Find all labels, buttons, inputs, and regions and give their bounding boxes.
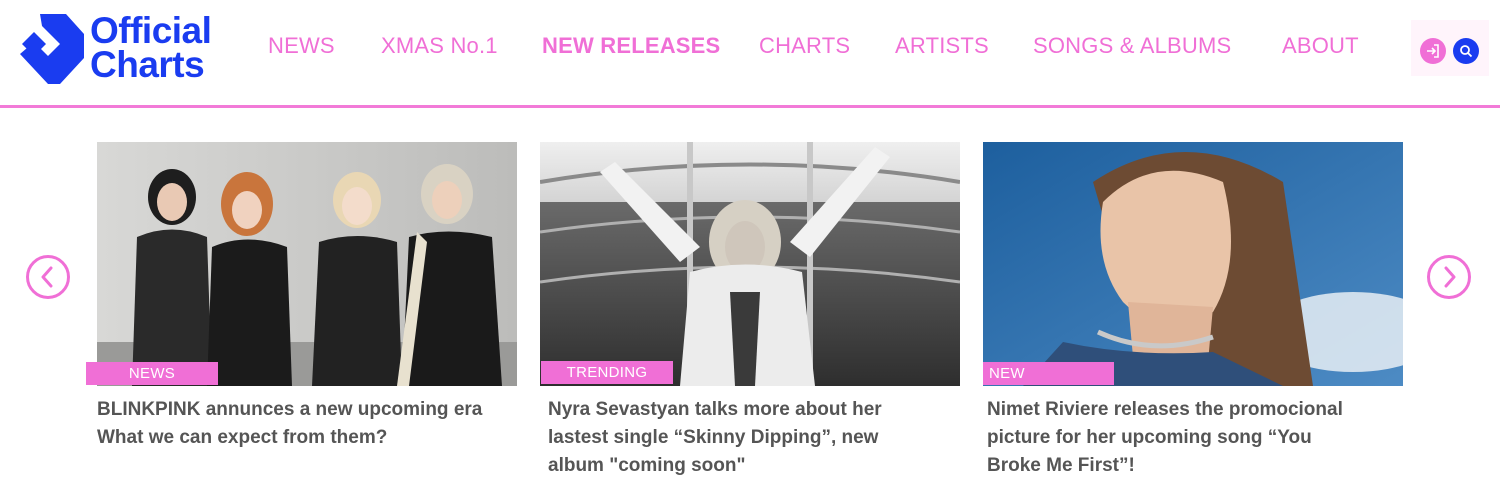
logo-wordmark: Official Charts (90, 10, 212, 85)
search-icon (1460, 45, 1473, 58)
card-title-line: BLINKPINK annunces a new upcoming era (97, 399, 483, 420)
nav-item-charts[interactable]: CHARTS (759, 33, 850, 59)
card-image-portrait-photo[interactable] (983, 142, 1403, 386)
carousel-prev-button[interactable] (26, 255, 70, 299)
site-header: Official Charts NEWS XMAS No.1 NEW RELEA… (0, 0, 1500, 108)
search-button[interactable] (1453, 38, 1479, 64)
main-nav: NEWS XMAS No.1 NEW RELEASES CHARTS ARTIS… (268, 33, 1388, 67)
official-charts-logo[interactable]: Official Charts (20, 10, 235, 86)
card-title[interactable]: Nimet Riviere releases the promocional p… (987, 396, 1407, 480)
nav-item-news[interactable]: NEWS (268, 33, 335, 59)
logo-mark-icon (20, 14, 84, 84)
nav-item-artists[interactable]: ARTISTS (895, 33, 989, 59)
nav-item-new-releases[interactable]: NEW RELEASES (542, 33, 720, 59)
card-title-line: album "coming soon" (548, 455, 746, 476)
nav-item-songs-albums[interactable]: SONGS & ALBUMS (1033, 33, 1231, 59)
chevron-right-icon (1444, 266, 1456, 288)
card-title-line: Nyra Sevastyan talks more about her (548, 399, 882, 420)
card-title-line: Broke Me First”! (987, 455, 1135, 476)
category-badge[interactable]: NEW RELEASES (983, 362, 1114, 405)
login-button[interactable] (1420, 38, 1446, 64)
nav-item-about[interactable]: ABOUT (1282, 33, 1359, 59)
card-title[interactable]: BLINKPINK annunces a new upcoming era Wh… (97, 396, 517, 452)
card-image-boat-photo[interactable] (540, 142, 960, 386)
card-title-line: What we can expect from them? (97, 427, 388, 448)
card-image-group-photo[interactable] (97, 142, 517, 386)
card-title-line: lastest single “Skinny Dipping”, new (548, 427, 879, 448)
login-icon (1427, 44, 1439, 58)
card-title[interactable]: Nyra Sevastyan talks more about her last… (548, 396, 968, 480)
category-badge[interactable]: NEWS (86, 362, 218, 385)
header-actions (1411, 20, 1489, 76)
category-badge[interactable]: TRENDING (541, 361, 673, 384)
card-title-line: Nimet Riviere releases the promocional (987, 399, 1343, 420)
logo-line-2: Charts (90, 44, 205, 85)
card-title-line: picture for her upcoming song “You (987, 427, 1312, 448)
chevron-left-icon (41, 266, 53, 288)
nav-item-xmas-no1[interactable]: XMAS No.1 (381, 33, 498, 59)
carousel-next-button[interactable] (1427, 255, 1471, 299)
logo-line-1: Official (90, 10, 212, 51)
